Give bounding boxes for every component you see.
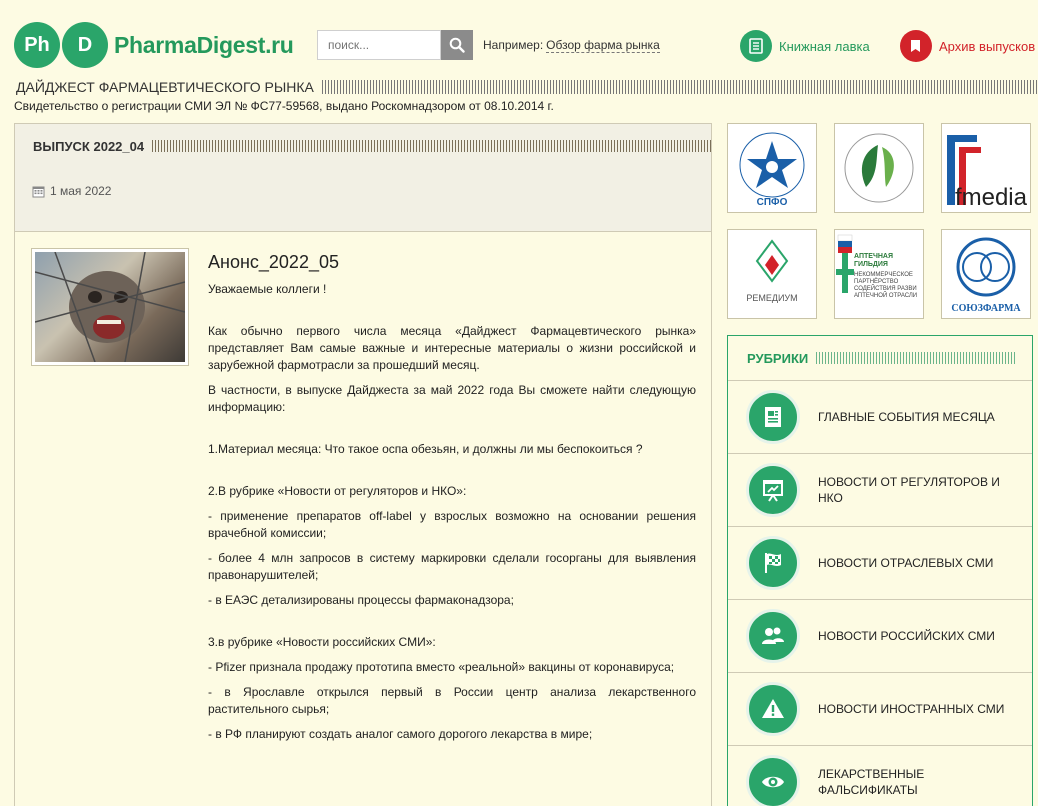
article-list-item: 3.в рубрике «Новости российских СМИ»: — [208, 635, 436, 649]
partner-logo-guild[interactable]: АПТЕЧНАЯ ГИЛЬДИЯ НЕКОММЕРЧЕСКОЕ ПАРТНЁРС… — [834, 229, 924, 319]
article-list-item: - в Ярославле открылся первый в России ц… — [208, 685, 696, 716]
document-icon — [746, 390, 800, 444]
users-icon — [746, 609, 800, 663]
eye-icon — [746, 755, 800, 806]
rubric-label: ГЛАВНЫЕ СОБЫТИЯ МЕСЯЦА — [818, 410, 995, 424]
article-list-item: - применение препаратов off-label у взро… — [208, 509, 696, 540]
search-form — [317, 30, 473, 60]
monkey-photo — [35, 252, 185, 362]
books-link-label: Книжная лавка — [779, 38, 870, 54]
rubric-label: НОВОСТИ ОТРАСЛЕВЫХ СМИ — [818, 556, 994, 570]
partner-logo-association[interactable] — [834, 123, 924, 213]
archive-icon — [900, 30, 932, 62]
rubric-russian-media[interactable]: НОВОСТИ РОССИЙСКИХ СМИ — [728, 600, 1032, 673]
checkered-flag-icon — [746, 536, 800, 590]
issue-date: 1 мая 2022 — [32, 184, 111, 198]
soyuzfarma-label: СОЮЗФАРМА — [951, 303, 1021, 314]
rubric-industry-media[interactable]: НОВОСТИ ОТРАСЛЕВЫХ СМИ — [728, 527, 1032, 600]
search-input[interactable] — [317, 30, 441, 60]
rubric-label: НОВОСТИ РОССИЙСКИХ СМИ — [818, 629, 995, 643]
partner-logo-soyuzfarma[interactable]: СОЮЗФАРМА — [941, 229, 1031, 319]
rubric-label: ЛЕКАРСТВЕННЫЕ ФАЛЬСИФИКАТЫ — [818, 767, 925, 797]
article-thumbnail[interactable] — [31, 248, 189, 366]
example-link[interactable]: Обзор фарма рынка — [546, 38, 660, 53]
rubrics-panel: РУБРИКИ ГЛАВНЫЕ СОБЫТИЯ МЕСЯЦА НОВОСТИ О… — [727, 335, 1033, 806]
article-list-item: 1.Материал месяца: Что такое оспа обезья… — [208, 442, 643, 456]
issue-title: ВЫПУСК 2022_04 — [33, 138, 145, 154]
article-body: Анонс_2022_05 Уважаемые коллеги ! Как об… — [208, 253, 696, 751]
issue-date-text: 1 мая 2022 — [50, 184, 112, 198]
warning-icon — [746, 682, 800, 736]
article-paragraph: Как обычно первого числа месяца «Дайджес… — [208, 324, 696, 372]
search-button[interactable] — [441, 30, 473, 60]
guild-subtitle: НЕКОММЕРЧЕСКОЕ ПАРТНЁРСТВО СОДЕЙСТВИЯ РА… — [854, 272, 918, 299]
rubric-label: НОВОСТИ ОТ РЕГУЛЯТОРОВ И НКО — [818, 475, 1000, 505]
license-text: Свидетельство о регистрации СМИ ЭЛ № ФС7… — [14, 99, 554, 113]
spfo-label: СПФО — [757, 197, 788, 208]
article-list-item: - Pfizer признала продажу прототипа вмес… — [208, 660, 675, 674]
logo-d-circle: D — [62, 22, 108, 68]
main-content: ВЫПУСК 2022_04 1 мая 2022 Анонс_2022_05 … — [14, 123, 712, 806]
issue-divider — [152, 140, 711, 152]
remedium-label: РЕМЕДИУМ — [746, 293, 797, 303]
issue-header: ВЫПУСК 2022_04 1 мая 2022 — [15, 124, 711, 232]
books-link[interactable]: Книжная лавка — [740, 30, 870, 62]
article-list-item: 2.В рубрике «Новости от регуляторов и НК… — [208, 484, 467, 498]
rubrics-title: РУБРИКИ — [747, 350, 809, 366]
title-divider — [321, 80, 1038, 94]
rubrics-header: РУБРИКИ — [728, 336, 1032, 381]
search-icon — [449, 37, 465, 53]
archive-link[interactable]: Архив выпусков — [900, 30, 1035, 62]
rubric-main-events[interactable]: ГЛАВНЫЕ СОБЫТИЯ МЕСЯЦА — [728, 381, 1032, 454]
article-list-item: - в ЕАЭС детализированы процессы фармако… — [208, 593, 514, 607]
guild-title: АПТЕЧНАЯ ГИЛЬДИЯ — [854, 253, 893, 268]
site-title-row: ДАЙДЖЕСТ ФАРМАЦЕВТИЧЕСКОГО РЫНКА — [16, 78, 1038, 96]
article-list-item: - более 4 млн запросов в систему маркиро… — [208, 551, 696, 582]
presentation-icon — [746, 463, 800, 517]
example-label: Например: — [483, 38, 544, 52]
logo-ph-circle: Ph — [14, 22, 60, 68]
article-list-item: - в РФ планируют создать аналог самого д… — [208, 727, 593, 741]
ffmedia-label: fmedia — [955, 184, 1028, 211]
rubrics-divider — [816, 352, 1016, 364]
book-icon — [740, 30, 772, 62]
rubric-counterfeits[interactable]: ЛЕКАРСТВЕННЫЕ ФАЛЬСИФИКАТЫ — [728, 746, 1032, 806]
rubric-regulators[interactable]: НОВОСТИ ОТ РЕГУЛЯТОРОВ И НКО — [728, 454, 1032, 527]
calendar-icon — [32, 186, 45, 197]
article-greeting: Уважаемые коллеги ! — [208, 282, 327, 296]
partner-logo-remedium[interactable]: РЕМЕДИУМ — [727, 229, 817, 319]
logo-text: PharmaDigest.ru — [114, 31, 294, 58]
partner-logo-ffmedia[interactable]: fmedia — [941, 123, 1031, 213]
rubric-label: НОВОСТИ ИНОСТРАННЫХ СМИ — [818, 702, 1005, 716]
search-example: Например: Обзор фарма рынка — [483, 38, 660, 53]
article-paragraph: В частности, в выпуске Дайджеста за май … — [208, 383, 696, 414]
archive-link-label: Архив выпусков — [939, 38, 1036, 54]
rubric-foreign-media[interactable]: НОВОСТИ ИНОСТРАННЫХ СМИ — [728, 673, 1032, 746]
article-title[interactable]: Анонс_2022_05 — [208, 253, 696, 271]
partner-logo-spfo[interactable]: СПФО — [727, 123, 817, 213]
site-logo[interactable]: Ph D PharmaDigest.ru — [14, 22, 294, 68]
site-title: ДАЙДЖЕСТ ФАРМАЦЕВТИЧЕСКОГО РЫНКА — [16, 79, 314, 95]
